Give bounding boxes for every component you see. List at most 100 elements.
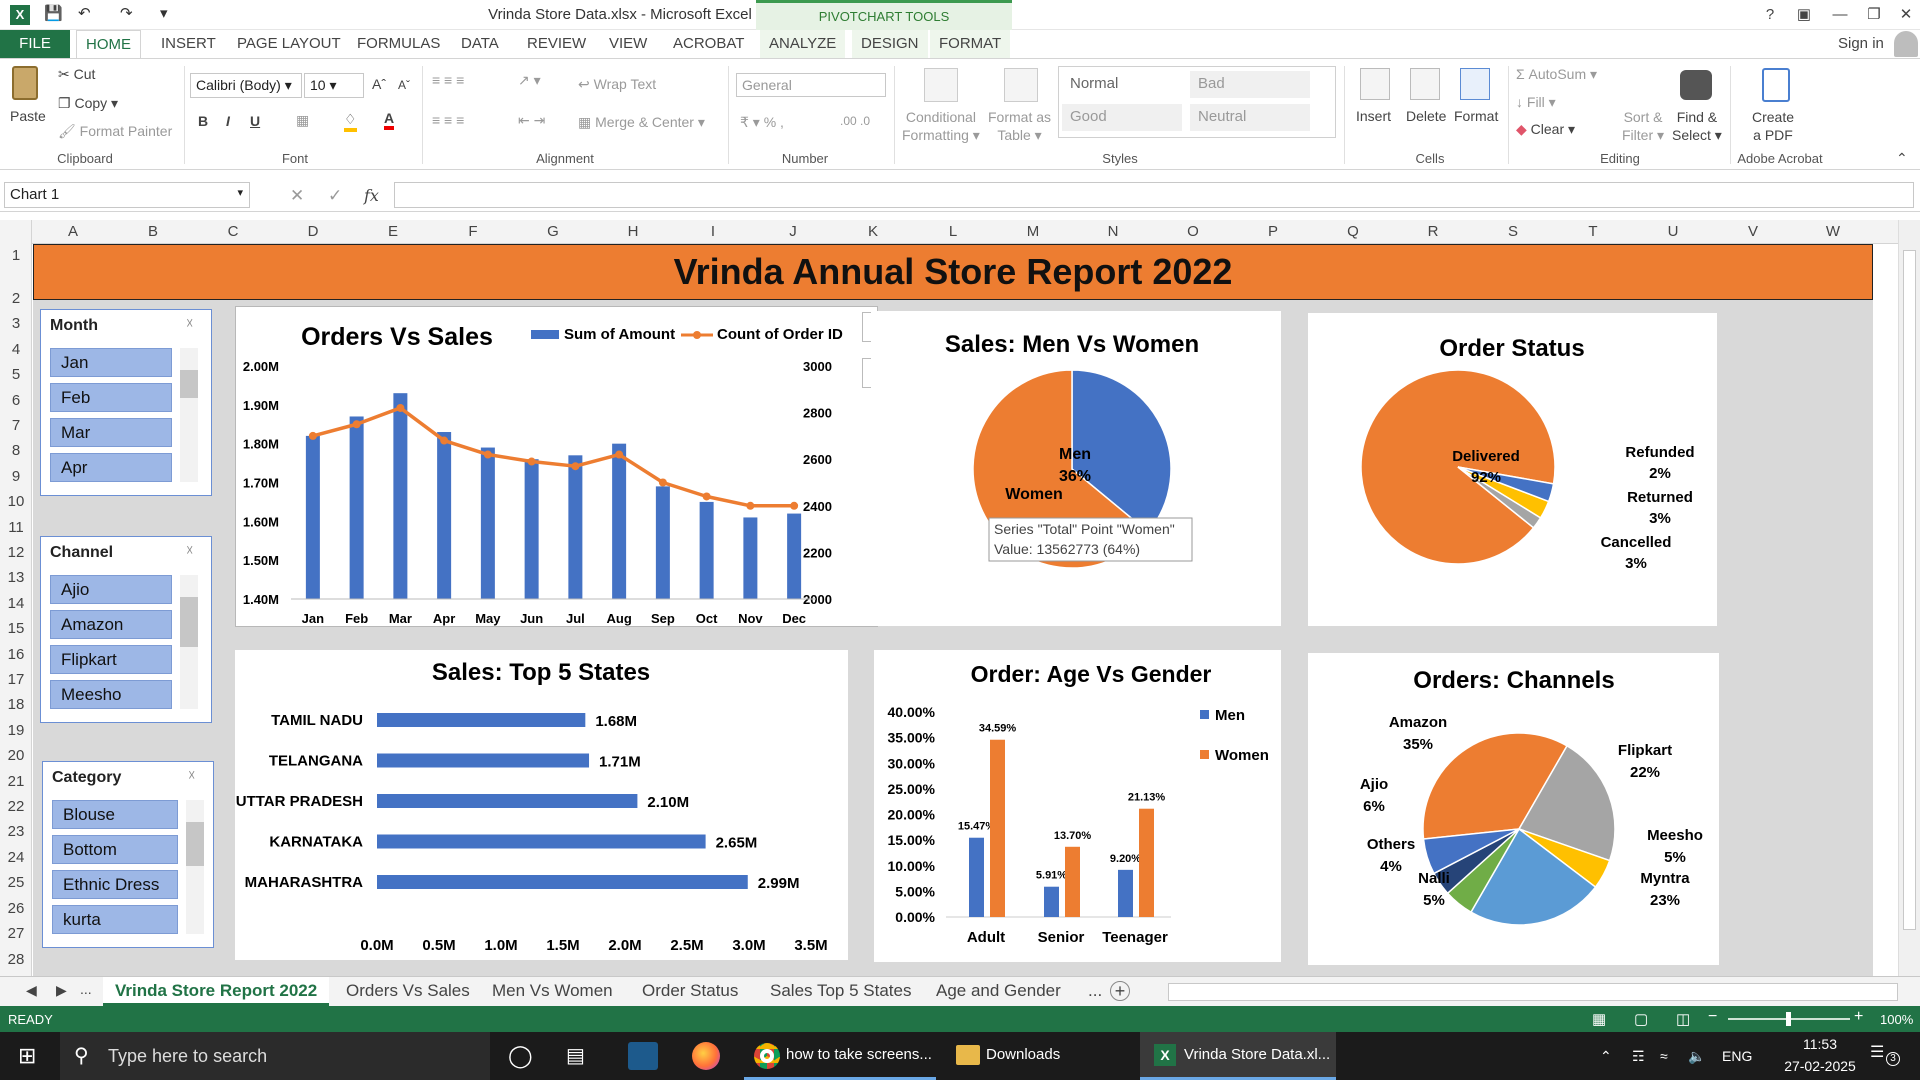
paste-icon[interactable] (12, 66, 38, 100)
column-header[interactable]: M (1013, 220, 1053, 244)
slicer-item[interactable]: Apr (50, 453, 172, 482)
underline-icon[interactable]: U (250, 113, 260, 129)
sheet-tab-order-status[interactable]: Order Status (630, 977, 750, 1006)
shrink-font-icon[interactable]: Aˇ (398, 78, 410, 92)
bar[interactable] (1044, 886, 1059, 917)
row-header[interactable]: 14 (0, 591, 32, 616)
language-indicator[interactable]: ENG (1722, 1032, 1752, 1080)
fill-button[interactable]: ↓ Fill ▾ (1516, 94, 1556, 111)
line-point[interactable] (746, 501, 755, 510)
column-header[interactable]: A (53, 220, 93, 244)
zoom-in-icon[interactable]: + (1854, 1008, 1863, 1026)
formula-input[interactable] (394, 182, 1914, 208)
style-normal[interactable]: Normal (1062, 71, 1182, 98)
restore-button[interactable]: ❐ (1856, 2, 1892, 28)
column-header[interactable]: F (453, 220, 493, 244)
clock-time[interactable]: 11:53 (1790, 1036, 1850, 1052)
tab-formulas[interactable]: FORMULAS (348, 30, 449, 58)
tab-analyze[interactable]: ANALYZE (760, 30, 846, 58)
row-header[interactable]: 21 (0, 769, 32, 794)
wrap-text-button[interactable]: ↩ Wrap Text (578, 76, 656, 93)
bar[interactable] (990, 739, 1005, 917)
row-header[interactable]: 28 (0, 947, 32, 972)
bar[interactable] (1065, 846, 1080, 917)
bar[interactable] (787, 513, 802, 599)
slicer-scrollbar[interactable] (186, 800, 204, 934)
delete-cells-button[interactable]: Delete (1406, 108, 1446, 124)
slicer-scrollbar[interactable] (180, 348, 198, 482)
bar[interactable] (568, 455, 583, 599)
italic-icon[interactable]: I (226, 113, 230, 129)
indent-icon[interactable]: ⇤ ⇥ (518, 112, 545, 129)
row-header[interactable]: 9 (0, 464, 32, 489)
font-size-select[interactable]: 10 ▾ (304, 73, 364, 98)
format-cells-button[interactable]: Format (1454, 108, 1498, 124)
bar[interactable] (377, 834, 706, 849)
column-header[interactable]: W (1813, 220, 1853, 244)
chart-orders-vs-sales[interactable]: Orders Vs Sales Sum of Amount Count of Ord… (235, 306, 878, 627)
task-view-icon[interactable]: ▤ (566, 1032, 585, 1080)
tab-home[interactable]: HOME (76, 30, 141, 58)
bar[interactable] (377, 875, 748, 889)
slicer-item[interactable]: Blouse (52, 800, 178, 829)
slicer-item[interactable]: Mar (50, 418, 172, 447)
volume-icon[interactable]: 🔈 (1688, 1032, 1705, 1080)
ribbon-display-icon[interactable]: ▣ (1786, 2, 1822, 28)
tab-format[interactable]: FORMAT (930, 30, 1011, 58)
slicer-item[interactable]: Feb (50, 383, 172, 412)
more-sheets-right[interactable]: ... (1076, 977, 1114, 1006)
bar[interactable] (393, 393, 408, 599)
column-header[interactable]: L (933, 220, 973, 244)
slicer-item[interactable]: Jan (50, 348, 172, 377)
line-point[interactable] (658, 478, 667, 487)
tray-chevron-icon[interactable]: ⌃ (1600, 1032, 1612, 1080)
sort-filter-button[interactable]: Sort & Filter ▾ (1622, 108, 1664, 144)
bar[interactable] (305, 435, 320, 599)
vertical-scrollbar[interactable] (1898, 220, 1920, 976)
row-header[interactable]: 19 (0, 718, 32, 743)
firefox-icon[interactable] (692, 1042, 720, 1070)
sheet-tab-report[interactable]: Vrinda Store Report 2022 (103, 977, 330, 1006)
bar[interactable] (437, 432, 452, 599)
clear-filter-icon[interactable]: ☓ (188, 767, 195, 784)
column-header[interactable]: P (1253, 220, 1293, 244)
zoom-out-icon[interactable]: − (1708, 1008, 1717, 1026)
column-header[interactable]: Q (1333, 220, 1373, 244)
cortana-icon[interactable]: ◯ (508, 1032, 533, 1080)
page-layout-view-icon[interactable]: ▢ (1634, 1010, 1648, 1028)
row-header[interactable]: 10 (0, 489, 32, 514)
cancel-icon[interactable]: ✕ (290, 186, 304, 206)
row-header[interactable]: 18 (0, 692, 32, 717)
row-header[interactable]: 8 (0, 438, 32, 463)
line-point[interactable] (790, 501, 799, 510)
row-header[interactable]: 23 (0, 819, 32, 844)
chrome-taskbar-item[interactable]: how to take screens... (744, 1032, 936, 1080)
column-header[interactable]: T (1573, 220, 1613, 244)
chart-orders-channels[interactable]: Orders: Channels Amazon 35% Flipkart 22% Mees… (1308, 653, 1719, 965)
format-painter-button[interactable]: 🖌 Format Painter (58, 123, 172, 140)
orientation-icon[interactable]: ↗ ▾ (518, 72, 541, 89)
chart-men-vs-women[interactable]: Sales: Men Vs Women Men 36% Women Series "To… (871, 311, 1281, 626)
slicer-item[interactable]: Amazon (50, 610, 172, 639)
slicer-item[interactable]: Flipkart (50, 645, 172, 674)
line-point[interactable] (352, 420, 361, 429)
slicer-item[interactable]: Bottom (52, 835, 178, 864)
fill-color-icon[interactable]: ♢ (344, 111, 357, 132)
row-header[interactable]: 2 (0, 286, 32, 311)
bar[interactable] (1118, 869, 1133, 917)
sign-in-link[interactable]: Sign in (1838, 35, 1884, 52)
style-good[interactable]: Good (1062, 104, 1182, 131)
line-point[interactable] (702, 492, 711, 501)
row-header[interactable]: 15 (0, 616, 32, 641)
tab-file[interactable]: FILE (0, 30, 70, 58)
row-header[interactable]: 7 (0, 413, 32, 438)
sheet-tab-orders-vs-sales[interactable]: Orders Vs Sales (334, 977, 482, 1006)
sheet-tab-men-vs-women[interactable]: Men Vs Women (480, 977, 625, 1006)
slicer-item[interactable]: kurta (52, 905, 178, 934)
column-header[interactable]: J (773, 220, 813, 244)
bar[interactable] (524, 459, 539, 599)
column-header[interactable]: R (1413, 220, 1453, 244)
bar[interactable] (377, 794, 638, 808)
select-all-corner[interactable] (0, 220, 32, 244)
column-header[interactable]: D (293, 220, 333, 244)
